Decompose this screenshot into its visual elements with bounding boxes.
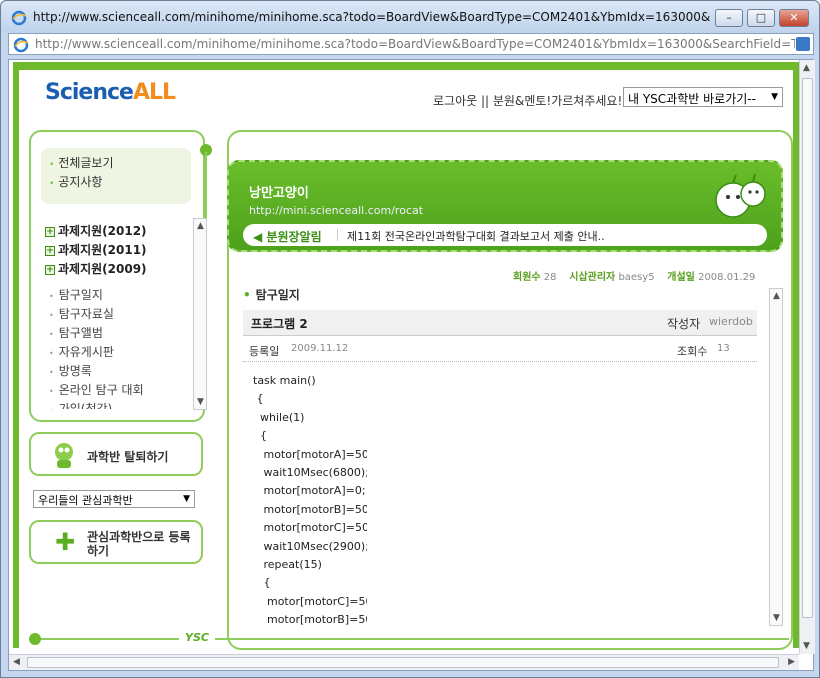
date-label: 등록일 [249,345,280,358]
club-url[interactable]: http://mini.scienceall.com/rocat [249,204,423,217]
window-title: http://www.scienceall.com/minihome/minih… [33,10,713,24]
scroll-up-icon[interactable]: ▲ [197,221,204,231]
section-title: 탐구일지 [243,286,300,303]
scroll-down-icon[interactable]: ▼ [197,397,204,407]
club-title: 낭만고양이 [249,186,309,201]
menu-all-posts[interactable]: 전체글보기 [49,154,113,171]
submenu-online-contest[interactable]: 온라인 탐구 대회 [49,381,144,398]
chevron-down-icon: ▼ [183,494,190,504]
ie-page-icon [13,37,29,53]
post-meta: 등록일 2009.11.12 조회수 13 [243,338,757,362]
club-stats: 회원수 28 시삽관리자 baesy5 개설일 2008.01.29 [513,272,756,283]
submenu-research-log[interactable]: 탐구일지 [49,286,103,303]
scienceall-logo[interactable]: ScienceALL [45,80,176,114]
footer-line [33,638,789,640]
logo-all: ALL [132,80,176,105]
interest-class-select[interactable]: 우리들의 관심과학반 ▼ [33,490,195,508]
post-title: 프로그램 2 [251,317,308,331]
window-vertical-scrollbar[interactable]: ▲ ▼ [799,60,815,654]
plus-icon: ✚ [55,528,76,556]
leave-class-label: 과학반 탈퇴하기 [87,450,169,464]
speaker-icon: ◀ [253,230,263,244]
club-banner: 낭만고양이 http://mini.scienceall.com/rocat ◀… [227,160,783,252]
header-links[interactable]: 로그아웃 || 분원&멘토!가르쳐주세요! [433,92,622,109]
scroll-right-icon[interactable]: ▶ [788,657,795,667]
close-button[interactable]: ✕ [779,9,809,27]
submenu-research-album[interactable]: 탐구앨범 [49,324,103,341]
footer-dot [29,633,41,645]
submenu-research-files[interactable]: 탐구자료실 [49,305,114,322]
notice-text[interactable]: 제11회 전국온라인과학탐구대회 결과보고서 제출 안내.. [347,228,605,244]
submenu-guestbook[interactable]: 방명록 [49,362,92,379]
frame-left-border [13,62,19,648]
plus-icon: + [45,246,55,256]
content-scrollbar[interactable]: ▲ ▼ [769,288,783,626]
notice-divider [337,229,338,241]
menu-notices[interactable]: 공지사항 [49,173,102,190]
minimize-button[interactable]: – [715,9,743,27]
scroll-left-icon[interactable]: ◀ [13,657,20,667]
category-2009[interactable]: + 과제지원(2009) [45,260,147,277]
frame-top-border [13,62,799,70]
ie-icon [11,10,27,26]
submenu-join[interactable]: 가입(청강) [49,400,113,409]
character-icon [55,443,73,468]
views-value: 13 [717,343,730,354]
window-horizontal-scrollbar[interactable]: ◀ ▶ [9,654,799,670]
plus-icon: + [45,265,55,275]
address-text[interactable]: http://www.scienceall.com/minihome/minih… [35,37,795,51]
interest-select-value: 우리들의 관심과학반 [38,494,133,507]
chevron-down-icon: ▼ [771,92,778,102]
submenu-free-board[interactable]: 자유게시판 [49,343,114,360]
post-body: task main() { while(1) { motor[motorA]=5… [253,374,367,626]
notice-label: ◀ 분원장알림 [253,230,322,244]
page-icon [796,37,810,51]
left-menu-panel: 전체글보기 공지사항 +과제지원(2012) +과제지원(2011) +과제지원… [29,130,212,422]
category-2011[interactable]: + 과제지원(2011) [45,241,147,258]
class-select[interactable]: 내 YSC과학반 바로가기-- ▼ [623,87,783,107]
author-value[interactable]: wierdob [709,315,753,328]
register-interest-label: 관심과학반으로 등록하기 [87,530,191,558]
menu-box: 전체글보기 공지사항 [41,148,191,204]
scroll-down-icon[interactable]: ▼ [803,641,810,651]
scroll-down-icon[interactable]: ▼ [773,613,780,623]
leave-class-button[interactable]: 과학반 탈퇴하기 [29,432,203,476]
register-interest-button[interactable]: ✚ 관심과학반으로 등록하기 [29,520,203,564]
vertical-scroll-thumb[interactable] [802,78,813,618]
title-bar[interactable]: http://www.scienceall.com/minihome/minih… [1,1,819,33]
notice-bar[interactable]: ◀ 분원장알림 제11회 전국온라인과학탐구대회 결과보고서 제출 안내.. [243,224,767,246]
scroll-up-icon[interactable]: ▲ [803,63,810,73]
apple-characters-icon [715,173,766,218]
footer-ysc-logo: YSC [179,631,215,644]
category-2012[interactable]: + 과제지원(2012) [45,222,147,239]
views-label: 조회수 [677,345,708,358]
class-select-value: 내 YSC과학반 바로가기-- [628,92,756,106]
browser-window: http://www.scienceall.com/minihome/minih… [0,0,820,678]
horizontal-scroll-thumb[interactable] [27,657,779,668]
date-value: 2009.11.12 [291,343,349,354]
scroll-up-icon[interactable]: ▲ [773,291,780,301]
plus-icon: + [45,227,55,237]
maximize-button[interactable]: □ [747,9,775,27]
page-content: ScienceALL 로그아웃 || 분원&멘토!가르쳐주세요! 내 YSC과학… [8,59,815,671]
post-header: 프로그램 2 작성자 wierdob [243,310,757,336]
author-label: 작성자 [667,317,701,331]
logo-science: Science [45,80,134,105]
left-menu-scrollbar[interactable]: ▲ ▼ [193,218,207,410]
address-bar[interactable]: http://www.scienceall.com/minihome/minih… [8,33,814,55]
